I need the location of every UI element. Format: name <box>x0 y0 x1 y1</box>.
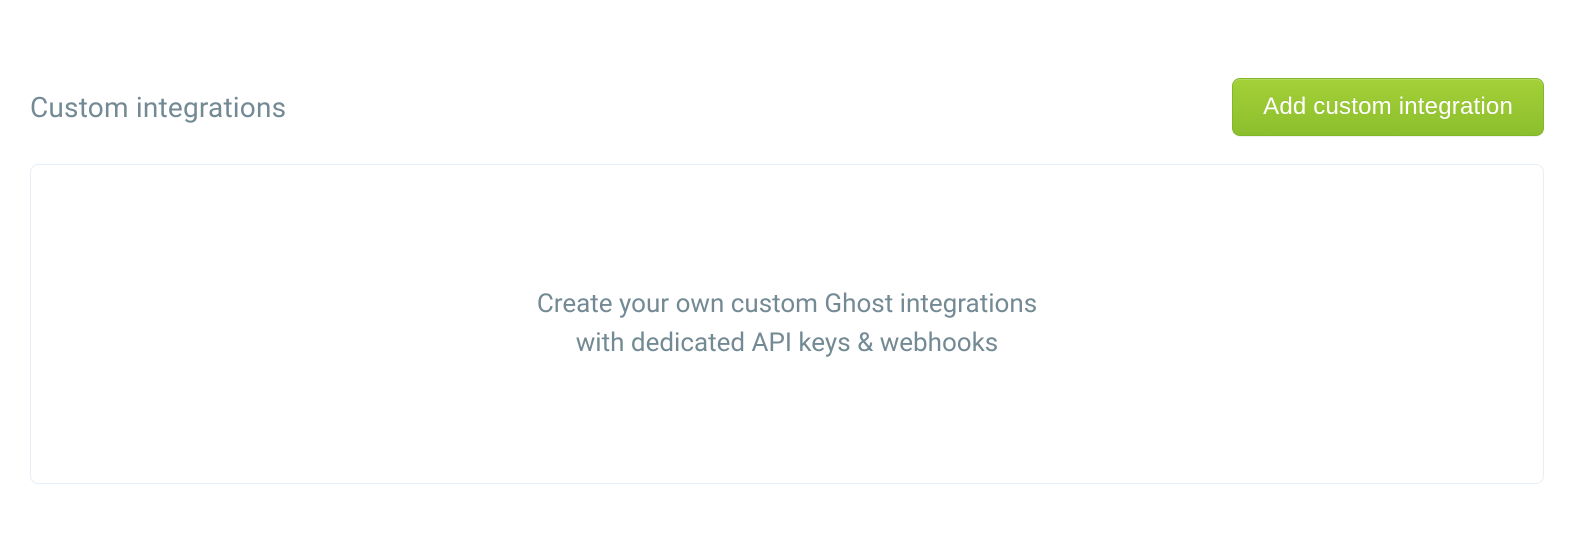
empty-state-line-2: with dedicated API keys & webhooks <box>537 324 1037 363</box>
empty-state-text: Create your own custom Ghost integration… <box>537 285 1037 363</box>
empty-state-line-1: Create your own custom Ghost integration… <box>537 285 1037 324</box>
section-header: Custom integrations Add custom integrati… <box>30 78 1544 136</box>
custom-integrations-section: Custom integrations Add custom integrati… <box>0 0 1574 484</box>
empty-state-panel: Create your own custom Ghost integration… <box>30 164 1544 484</box>
add-custom-integration-button[interactable]: Add custom integration <box>1232 78 1544 136</box>
section-title: Custom integrations <box>30 91 286 124</box>
